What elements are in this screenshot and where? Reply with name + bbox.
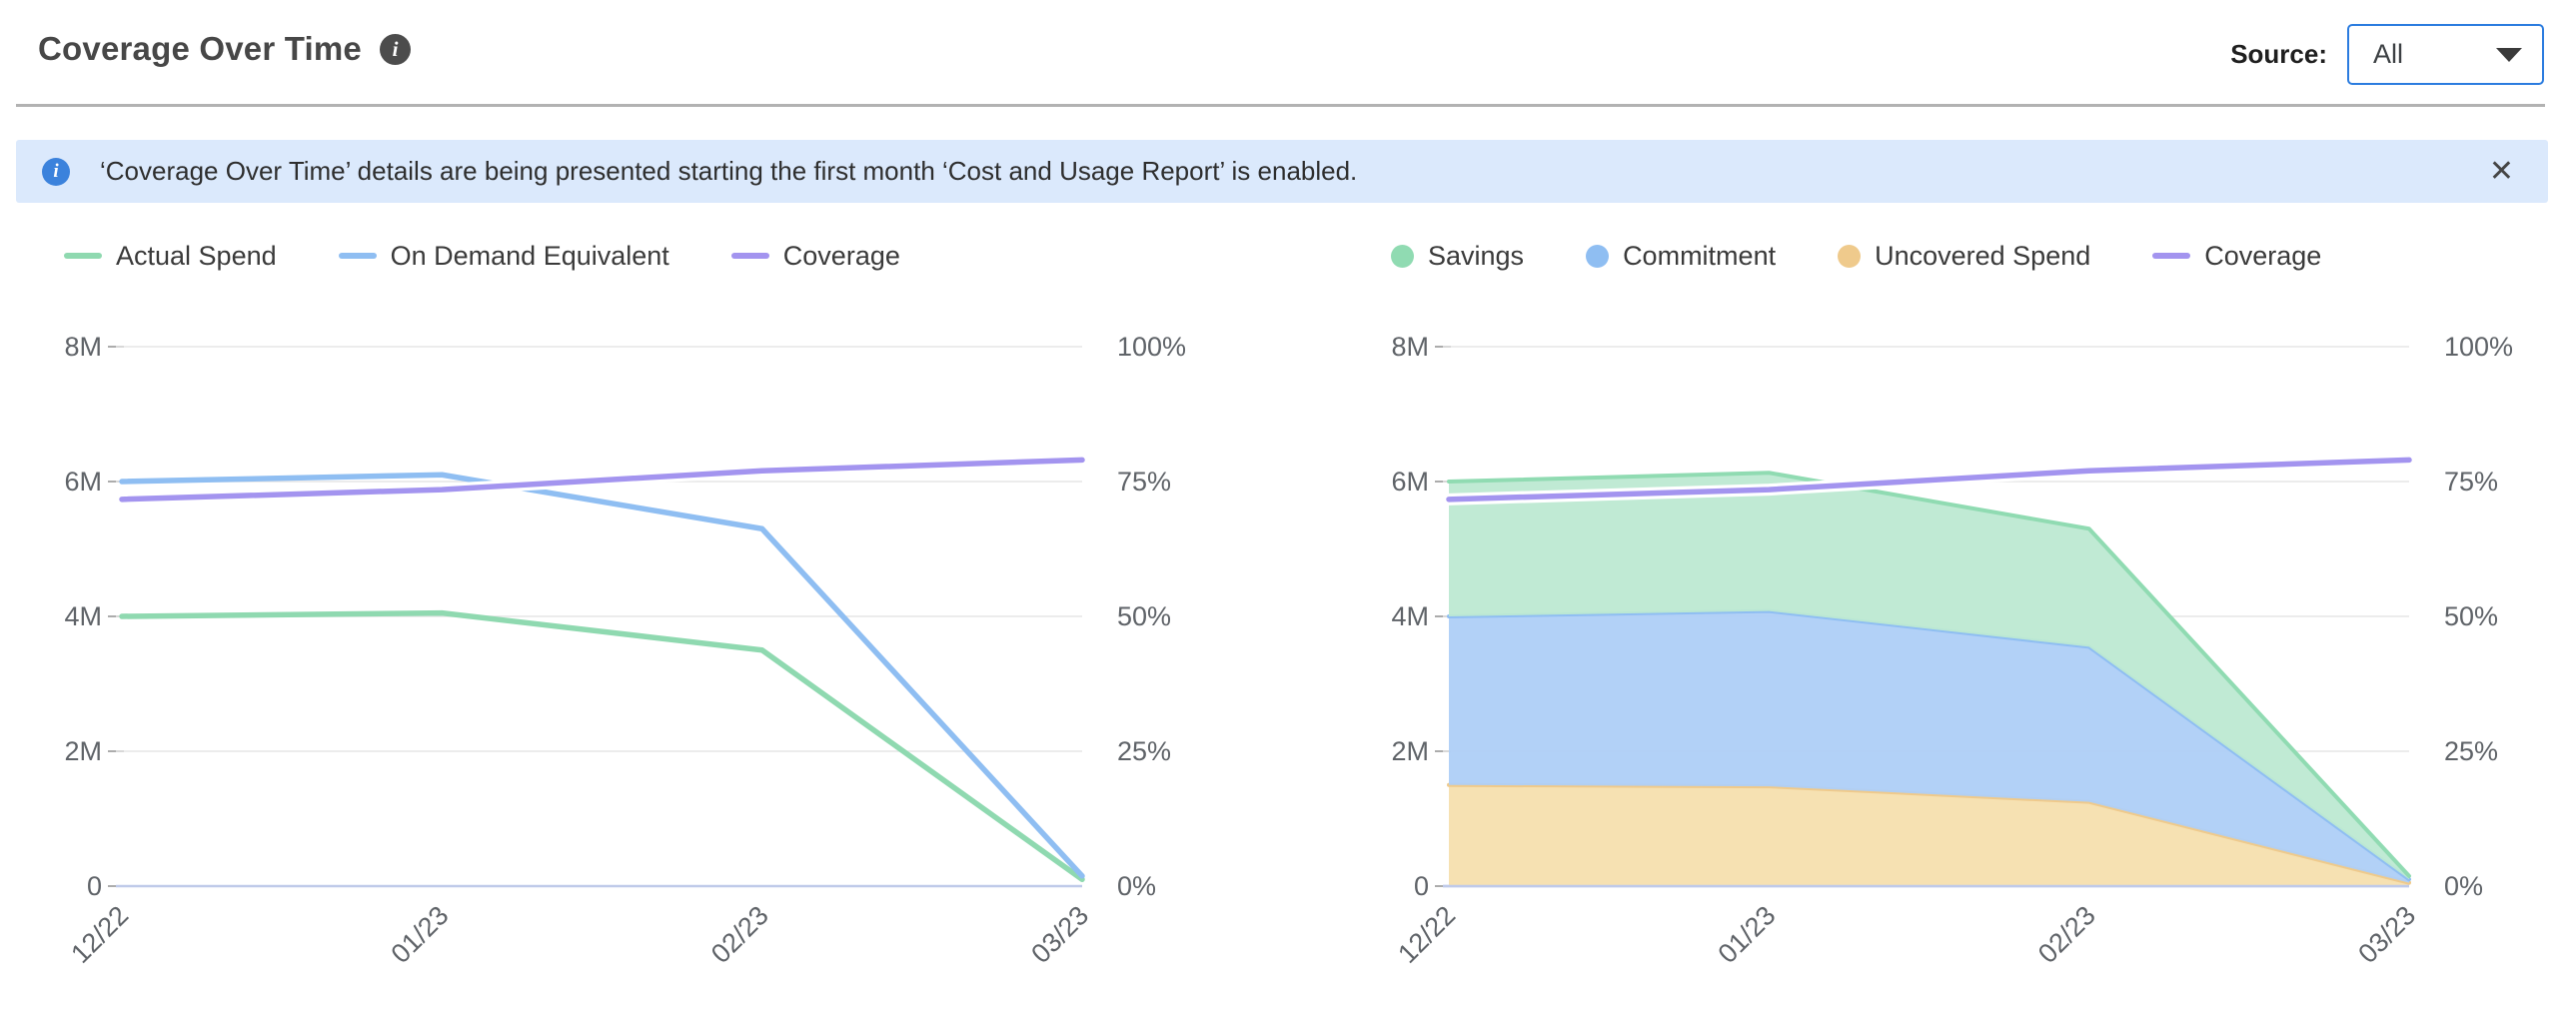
- legend-label: Commitment: [1623, 241, 1776, 272]
- savings-swatch: [1391, 245, 1414, 268]
- info-icon: i: [42, 158, 70, 186]
- area-chart-legend: Savings Commitment Uncovered Spend Cover…: [1391, 238, 2576, 274]
- svg-text:01/23: 01/23: [1713, 900, 1782, 969]
- legend-label: On Demand Equivalent: [391, 241, 669, 272]
- panel-header: Coverage Over Time i: [38, 30, 411, 68]
- page-title: Coverage Over Time: [38, 30, 362, 68]
- legend-item-savings[interactable]: Savings: [1391, 241, 1524, 272]
- actual-spend-swatch: [64, 253, 102, 259]
- svg-text:12/22: 12/22: [65, 900, 134, 969]
- coverage-area-chart[interactable]: 0 0% 2M 25% 4M 50% 6M 75% 8M 100% 12/22 01/23 02/23 0…: [1367, 330, 2576, 1005]
- legend-item-on-demand-equivalent[interactable]: On Demand Equivalent: [339, 241, 669, 272]
- svg-text:0: 0: [87, 871, 102, 901]
- banner-message: ‘Coverage Over Time’ details are being p…: [100, 156, 2451, 187]
- svg-text:02/23: 02/23: [705, 900, 774, 969]
- legend-item-coverage[interactable]: Coverage: [2152, 241, 2321, 272]
- legend-label: Actual Spend: [116, 241, 277, 272]
- coverage-over-time-panel: { "header": { "title": "Coverage Over Ti…: [0, 0, 2576, 1015]
- svg-text:4M: 4M: [64, 601, 102, 631]
- svg-text:50%: 50%: [2444, 601, 2498, 631]
- uncovered-spend-swatch: [1838, 245, 1861, 268]
- svg-text:75%: 75%: [1117, 467, 1171, 497]
- source-dropdown[interactable]: All: [2347, 24, 2544, 85]
- svg-text:8M: 8M: [1391, 332, 1429, 362]
- svg-text:75%: 75%: [2444, 467, 2498, 497]
- svg-text:25%: 25%: [1117, 736, 1171, 766]
- svg-text:50%: 50%: [1117, 601, 1171, 631]
- commitment-swatch: [1586, 245, 1609, 268]
- svg-text:100%: 100%: [1117, 332, 1186, 362]
- title-info-icon[interactable]: i: [380, 34, 411, 65]
- source-label: Source:: [2230, 39, 2327, 70]
- legend-label: Savings: [1428, 241, 1524, 272]
- legend-label: Coverage: [2204, 241, 2321, 272]
- coverage-line-chart[interactable]: 0 0% 2M 25% 4M 50% 6M 75% 8M 100% 12/22 01/23 02/23 0…: [40, 330, 1249, 1005]
- coverage-swatch: [2152, 253, 2190, 259]
- legend-item-actual-spend[interactable]: Actual Spend: [64, 241, 277, 272]
- source-dropdown-value: All: [2373, 39, 2403, 70]
- legend-item-uncovered-spend[interactable]: Uncovered Spend: [1838, 241, 2090, 272]
- svg-text:6M: 6M: [1391, 467, 1429, 497]
- svg-text:0%: 0%: [2444, 871, 2483, 901]
- svg-text:100%: 100%: [2444, 332, 2513, 362]
- coverage-line-chart-container: Actual Spend On Demand Equivalent Covera…: [40, 238, 1249, 1015]
- svg-text:4M: 4M: [1391, 601, 1429, 631]
- legend-label: Uncovered Spend: [1875, 241, 2090, 272]
- svg-text:03/23: 03/23: [2352, 900, 2421, 969]
- svg-text:03/23: 03/23: [1025, 900, 1094, 969]
- legend-label: Coverage: [783, 241, 900, 272]
- svg-text:2M: 2M: [64, 736, 102, 766]
- svg-text:12/22: 12/22: [1392, 900, 1461, 969]
- line-chart-legend: Actual Spend On Demand Equivalent Covera…: [64, 238, 1249, 274]
- on-demand-equivalent-swatch: [339, 253, 377, 259]
- coverage-swatch: [731, 253, 769, 259]
- coverage-area-chart-container: Savings Commitment Uncovered Spend Cover…: [1367, 238, 2576, 1015]
- chevron-down-icon: [2496, 48, 2522, 62]
- svg-text:0%: 0%: [1117, 871, 1156, 901]
- legend-item-commitment[interactable]: Commitment: [1586, 241, 1776, 272]
- source-filter-group: Source: All: [2230, 24, 2544, 85]
- svg-text:25%: 25%: [2444, 736, 2498, 766]
- svg-text:2M: 2M: [1391, 736, 1429, 766]
- svg-text:6M: 6M: [64, 467, 102, 497]
- legend-item-coverage[interactable]: Coverage: [731, 241, 900, 272]
- svg-text:8M: 8M: [64, 332, 102, 362]
- svg-text:0: 0: [1414, 871, 1429, 901]
- svg-text:02/23: 02/23: [2032, 900, 2101, 969]
- close-icon[interactable]: ✕: [2481, 153, 2522, 191]
- info-banner: i ‘Coverage Over Time’ details are being…: [16, 140, 2548, 203]
- header-divider: [16, 104, 2545, 107]
- svg-text:01/23: 01/23: [386, 900, 455, 969]
